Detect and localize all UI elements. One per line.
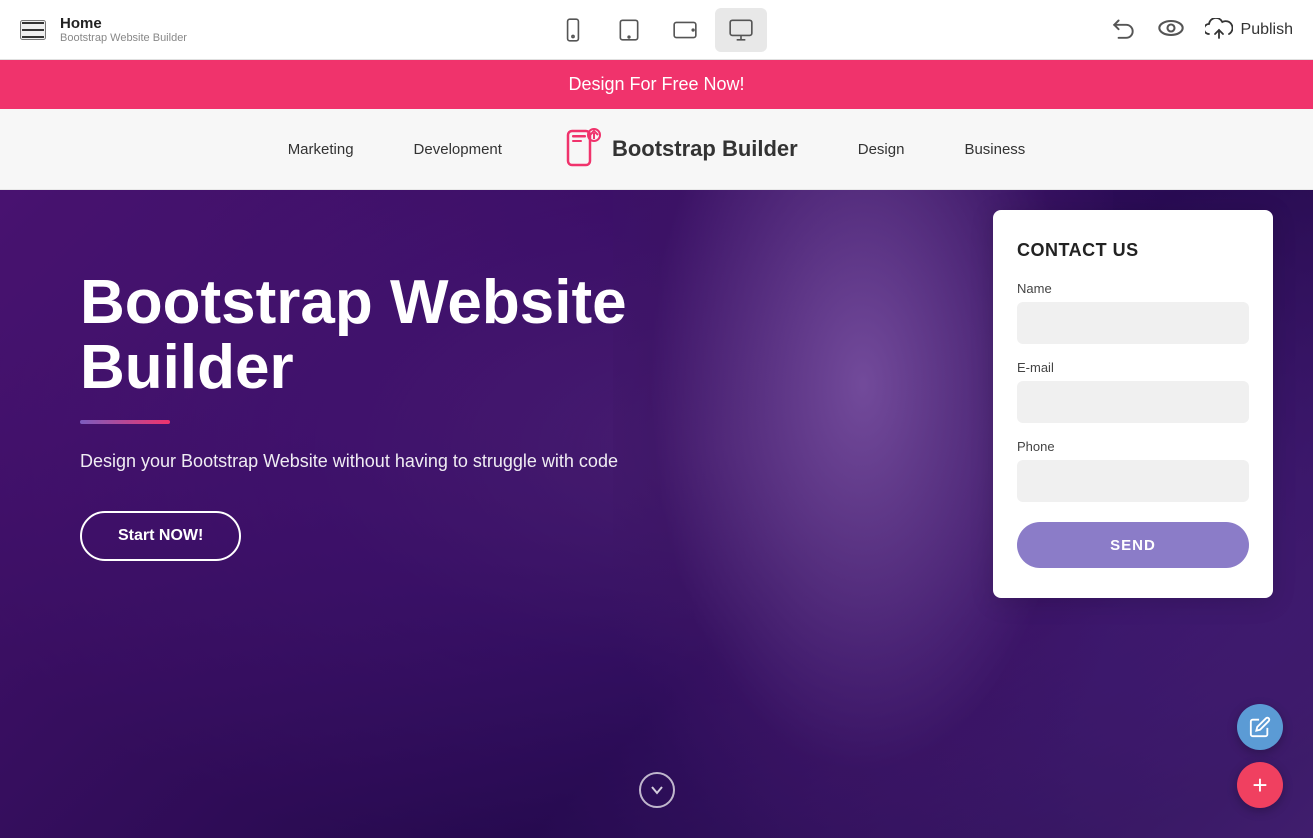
promo-banner[interactable]: Design For Free Now! (0, 60, 1313, 109)
fab-container: + (1237, 704, 1283, 808)
tablet-view-button[interactable] (603, 8, 655, 52)
email-label: E-mail (1017, 360, 1249, 375)
toolbar-left: Home Bootstrap Website Builder (20, 15, 187, 44)
name-input[interactable] (1017, 302, 1249, 344)
toolbar: Home Bootstrap Website Builder (0, 0, 1313, 60)
scroll-down-button[interactable] (639, 772, 675, 808)
nav-item-development[interactable]: Development (414, 141, 502, 158)
nav-item-marketing[interactable]: Marketing (288, 141, 354, 158)
name-field-group: Name (1017, 281, 1249, 344)
undo-button[interactable] (1111, 14, 1137, 46)
mobile-view-button[interactable] (547, 8, 599, 52)
start-now-button[interactable]: Start NOW! (80, 511, 241, 561)
contact-form-title: CONTACT US (1017, 240, 1249, 261)
site-nav: Marketing Development Bootstrap Builder … (0, 109, 1313, 190)
edit-fab-button[interactable] (1237, 704, 1283, 750)
hero-content: Bootstrap Website Builder Design your Bo… (80, 270, 640, 561)
page-title: Home (60, 15, 187, 32)
plus-icon: + (1252, 770, 1267, 801)
email-input[interactable] (1017, 381, 1249, 423)
hero-title: Bootstrap Website Builder (80, 270, 640, 400)
hero-section: Bootstrap Website Builder Design your Bo… (0, 190, 1313, 838)
hero-subtitle: Design your Bootstrap Website without ha… (80, 448, 640, 475)
phone-field-group: Phone (1017, 439, 1249, 502)
name-label: Name (1017, 281, 1249, 296)
nav-item-business[interactable]: Business (964, 141, 1025, 158)
hero-divider (80, 420, 170, 424)
logo-text: Bootstrap Builder (612, 136, 798, 162)
site-logo[interactable]: Bootstrap Builder (562, 127, 798, 171)
nav-item-design[interactable]: Design (858, 141, 905, 158)
promo-text: Design For Free Now! (568, 74, 744, 94)
phone-input[interactable] (1017, 460, 1249, 502)
email-field-group: E-mail (1017, 360, 1249, 423)
contact-form-card: CONTACT US Name E-mail Phone SEND (993, 210, 1273, 598)
publish-button[interactable]: Publish (1205, 18, 1293, 42)
toolbar-right: Publish (1111, 14, 1293, 46)
send-button[interactable]: SEND (1017, 522, 1249, 568)
tablet-landscape-view-button[interactable] (659, 8, 711, 52)
add-fab-button[interactable]: + (1237, 762, 1283, 808)
device-switcher (547, 8, 767, 52)
preview-button[interactable] (1157, 14, 1185, 45)
phone-label: Phone (1017, 439, 1249, 454)
hamburger-button[interactable] (20, 20, 46, 40)
publish-label: Publish (1241, 21, 1293, 39)
page-subtitle: Bootstrap Website Builder (60, 32, 187, 44)
toolbar-title: Home Bootstrap Website Builder (60, 15, 187, 44)
desktop-view-button[interactable] (715, 8, 767, 52)
